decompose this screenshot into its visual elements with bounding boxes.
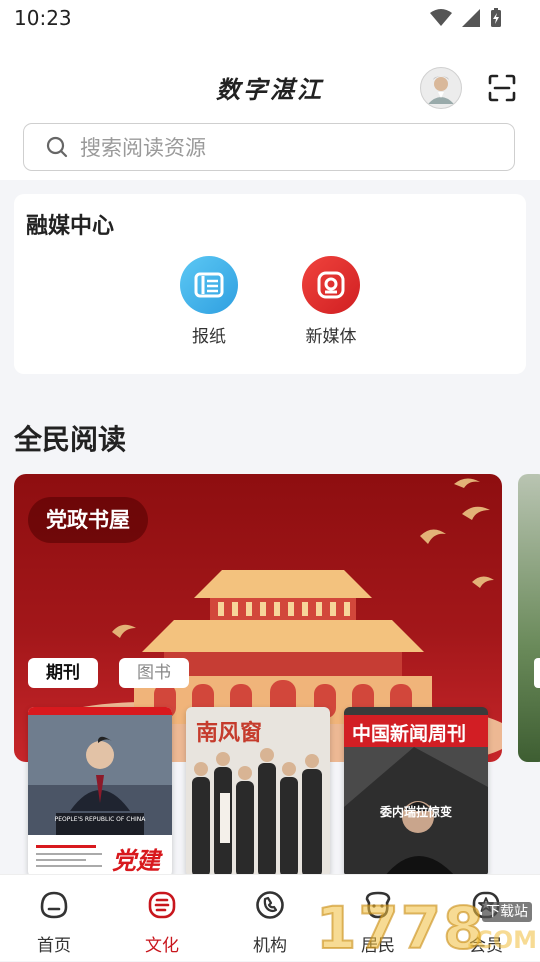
status-time: 10:23	[14, 6, 72, 30]
search-bar[interactable]	[23, 123, 515, 171]
banner-label: 党政书屋	[28, 497, 148, 543]
tab-institution-label: 机构	[253, 936, 287, 956]
cover-top-stripe	[28, 707, 172, 715]
tab-home-label: 首页	[37, 936, 71, 956]
newspaper-icon	[180, 256, 238, 314]
status-icons	[430, 8, 502, 28]
cover-masthead: 南风窗	[196, 720, 263, 746]
reading-section-title: 全民阅读	[14, 423, 127, 456]
battery-icon	[491, 8, 501, 27]
search-input[interactable]	[78, 130, 502, 166]
watermark: 1778 下载站 .COM	[315, 893, 540, 962]
home-icon	[40, 891, 68, 919]
newspaper-button[interactable]: 报纸	[164, 256, 254, 347]
next-banner-tag	[534, 658, 540, 688]
media-center-card: 融媒中心 报纸 新媒体	[14, 194, 526, 374]
tab-home[interactable]: 首页	[0, 875, 108, 961]
next-banner-peek[interactable]	[518, 474, 540, 762]
book-cover[interactable]: PEOPLE'S REPUBLIC OF CHINA 党建	[28, 707, 172, 877]
watermark-badge: 下载站	[482, 902, 532, 922]
tab-periodicals[interactable]: 期刊	[28, 658, 98, 688]
newspaper-label: 报纸	[192, 327, 226, 347]
wifi-icon	[430, 9, 452, 26]
cover-photo	[192, 748, 322, 877]
new-media-icon	[302, 256, 360, 314]
signal-icon	[462, 9, 480, 27]
tab-culture[interactable]: 文化	[108, 875, 216, 961]
status-bar: 10:23	[0, 0, 540, 36]
user-avatar-icon	[428, 76, 454, 104]
cover-lines	[36, 845, 102, 867]
book-cover[interactable]: 南风窗	[186, 707, 330, 877]
media-center-title: 融媒中心	[26, 214, 115, 239]
tab-culture-label: 文化	[145, 936, 179, 956]
app-header: 数字湛江	[0, 36, 540, 180]
watermark-number: 1778	[315, 893, 486, 962]
cover-subtitle: 委内瑞拉惊变	[380, 805, 453, 819]
avatar[interactable]	[420, 67, 462, 109]
watermark-suffix: .COM	[466, 926, 538, 954]
new-media-button[interactable]: 新媒体	[286, 256, 376, 347]
scan-icon[interactable]	[488, 74, 516, 102]
cover-side-title: 党建	[112, 846, 160, 875]
cover-masthead: 中国新闻周刊	[352, 723, 467, 745]
cover-caption: PEOPLE'S REPUBLIC OF CHINA	[54, 816, 146, 823]
tab-institution[interactable]: 机构	[216, 875, 324, 961]
search-icon	[46, 136, 68, 158]
institution-icon	[256, 891, 284, 919]
book-cover[interactable]: 中国新闻周刊 委内瑞拉惊变	[344, 707, 488, 877]
tab-books[interactable]: 图书	[119, 658, 189, 688]
culture-icon	[148, 891, 176, 919]
new-media-label: 新媒体	[305, 327, 357, 347]
